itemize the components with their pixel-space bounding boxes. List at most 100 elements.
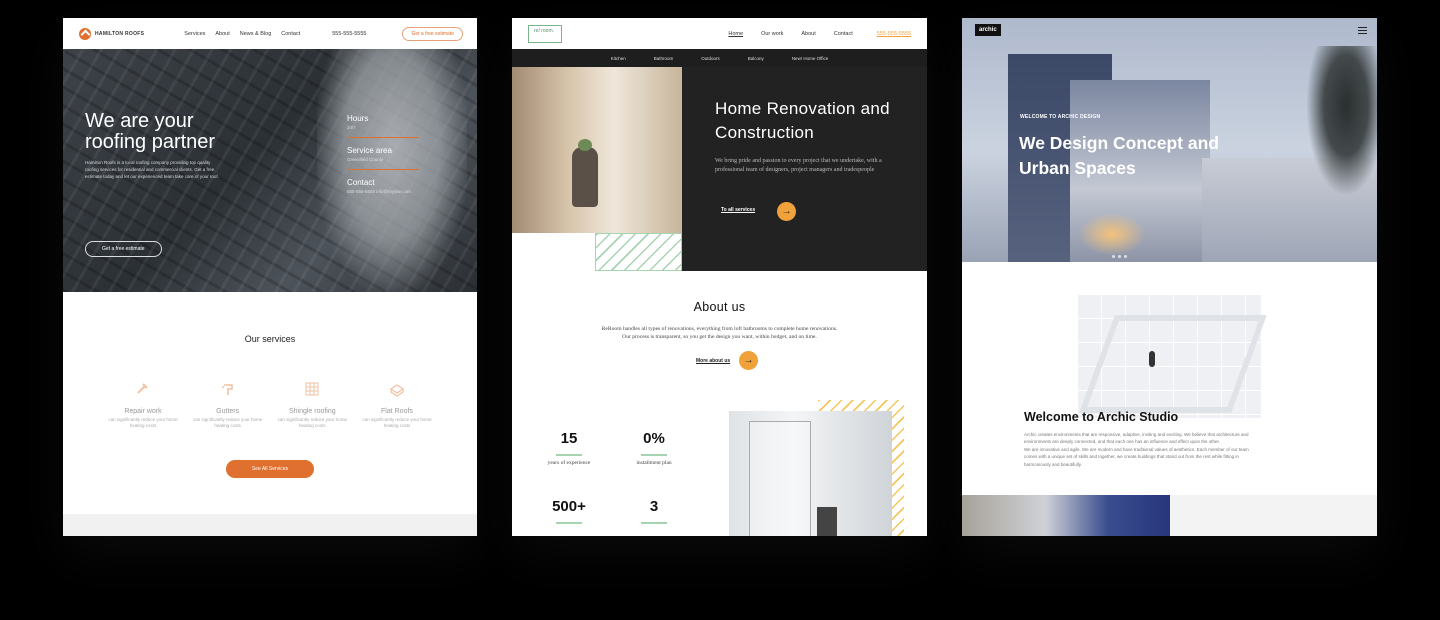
nav-item-our-work[interactable]: Our work [761, 31, 783, 37]
nav-item-news[interactable]: News & Blog [240, 31, 272, 37]
stat-underline [641, 454, 667, 456]
hero-text: Hamilton Roofs is a local roofing compan… [85, 160, 219, 179]
flat-roof-icon [389, 384, 405, 397]
stat-item: 0% installment plan [624, 430, 684, 467]
hero-section: Home Renovation and Construction We brin… [512, 67, 927, 271]
bathroom-photo [729, 411, 892, 536]
arrow-right-icon[interactable]: → [739, 351, 758, 370]
stat-number: 500+ [552, 498, 586, 515]
more-about-link[interactable]: More about us [696, 358, 730, 364]
stat-number: 3 [649, 498, 659, 515]
category-nav: Kitchen Bathroom Outdoors Balcony New! H… [512, 49, 927, 67]
hammer-icon [137, 383, 148, 394]
service-name: Shingle roofing [288, 408, 336, 415]
info-contact-label: Contact [347, 178, 375, 187]
service-desc: can significantly reduce your home heati… [277, 417, 347, 428]
info-divider [347, 169, 419, 170]
service-desc: can significantly reduce your home heati… [193, 417, 263, 428]
reroom-logo[interactable]: re/ room. [528, 24, 562, 43]
nav-item-contact[interactable]: Contact [834, 31, 853, 37]
service-desc: can significantly reduce your home heati… [362, 417, 432, 428]
drill-icon [221, 384, 233, 395]
stat-number: 15 [560, 430, 578, 447]
more-about-row: More about us → [512, 349, 927, 373]
info-hours-value: 24/7 [347, 125, 356, 130]
info-divider [347, 137, 419, 138]
hero-section: archic WELCOME TO ARCHIC DESIGN We Desig… [962, 18, 1377, 262]
welcome-body: Archic creates environments that are res… [1024, 431, 1249, 468]
stat-item: 15 years of experience [539, 430, 599, 467]
services-list: Repair work can significantly reduce you… [63, 381, 477, 429]
service-desc: can significantly reduce your home heati… [108, 417, 178, 428]
archic-preview[interactable]: archic WELCOME TO ARCHIC DESIGN We Desig… [962, 18, 1377, 536]
subnav-home-office[interactable]: New! Home Office [792, 56, 828, 61]
service-item[interactable]: Flat Roofs can significantly reduce your… [361, 381, 433, 429]
see-all-services-button[interactable]: See All Services [226, 460, 314, 478]
showcase-stage: HAMILTON ROOFS Services About News & Blo… [0, 0, 1440, 620]
stat-underline [641, 522, 667, 524]
nav-item-home[interactable]: Home [728, 31, 743, 37]
slider-dot[interactable] [1118, 255, 1121, 258]
subnav-outdoors[interactable]: Outdoors [701, 56, 720, 61]
estimate-button[interactable]: Get a free estimate [402, 26, 463, 41]
bottom-strip [962, 495, 1377, 536]
about-title: About us [693, 300, 746, 314]
slider-dot[interactable] [1112, 255, 1115, 258]
main-nav: Services About News & Blog Contact [184, 31, 300, 37]
subnav-balcony[interactable]: Balcony [748, 56, 764, 61]
header-phone[interactable]: 555-555-5555 [877, 31, 911, 37]
hero-title: We are your roofing partner [85, 110, 216, 153]
service-name: Gutters [216, 408, 240, 415]
stat-underline [556, 454, 582, 456]
renovation-photo [512, 67, 682, 233]
welcome-paragraph: We are innovative and agile. We are mode… [1024, 446, 1249, 467]
archic-logo[interactable]: archic [975, 24, 1001, 36]
roof-logo-icon [79, 27, 91, 40]
welcome-title: Welcome to Archic Studio [1024, 410, 1179, 424]
info-area-label: Service area [347, 146, 392, 155]
business-info: Hours 24/7 Service area Greenfield Count… [347, 112, 427, 201]
header-phone[interactable]: 555-555-5555 [332, 31, 366, 37]
stat-number: 0% [643, 430, 665, 447]
hamburger-menu-icon[interactable] [1358, 27, 1367, 34]
nav-item-about[interactable]: About [801, 31, 815, 37]
site-header: HAMILTON ROOFS Services About News & Blo… [63, 18, 477, 49]
stat-label: years of experience [547, 460, 591, 466]
arrow-right-icon[interactable]: → [777, 202, 796, 221]
hero-kicker: WELCOME TO ARCHIC DESIGN [1020, 114, 1101, 120]
service-item[interactable]: Repair work can significantly reduce you… [107, 381, 179, 429]
hero-estimate-button[interactable]: Get a free estimate [85, 241, 162, 257]
service-name: Repair work [124, 408, 162, 415]
stat-item: 3 [624, 498, 684, 528]
subnav-bathroom[interactable]: Bathroom [654, 56, 674, 61]
info-area-value: Greenfield County [347, 157, 384, 162]
nav-item-services[interactable]: Services [184, 31, 205, 37]
brand-name[interactable]: HAMILTON ROOFS [95, 31, 144, 37]
service-item[interactable]: Gutters can significantly reduce your ho… [192, 381, 264, 429]
welcome-paragraph: Archic creates environments that are res… [1024, 432, 1249, 445]
service-item[interactable]: Shingle roofing can significantly reduce… [276, 381, 348, 429]
stat-label: installment plan [636, 460, 672, 466]
interior-photo [1077, 295, 1261, 418]
lit-window [1080, 214, 1144, 254]
nav-item-about[interactable]: About [215, 31, 229, 37]
subnav-kitchen[interactable]: Kitchen [611, 56, 626, 61]
services-title: Our services [244, 334, 296, 344]
hero-text: We bring pride and passion to every proj… [715, 158, 882, 173]
reroom-preview[interactable]: re/ room. Home Our work About Contact 55… [512, 18, 927, 536]
hero-white-block [512, 233, 595, 271]
nav-item-contact[interactable]: Contact [281, 31, 300, 37]
all-services-link[interactable]: To all services [721, 207, 755, 213]
service-name: Flat Roofs [381, 408, 413, 415]
hero-section: We are your roofing partner Hamilton Roo… [63, 49, 477, 292]
tree [1307, 46, 1377, 194]
hero-title: Home Renovation and Construction [715, 99, 890, 142]
info-contact-value[interactable]: 555-555-5555 info@mysite.com [347, 189, 427, 195]
site-header: re/ room. Home Our work About Contact 55… [512, 18, 927, 49]
slider-dot[interactable] [1124, 255, 1127, 258]
building-photo [962, 495, 1170, 536]
hero-title: We Design Concept and Urban Spaces [1019, 133, 1219, 178]
slider-dots[interactable] [1112, 255, 1127, 258]
about-text: ReRoom handles all types of renovations,… [601, 326, 838, 340]
hamilton-roofs-preview[interactable]: HAMILTON ROOFS Services About News & Blo… [63, 18, 477, 536]
